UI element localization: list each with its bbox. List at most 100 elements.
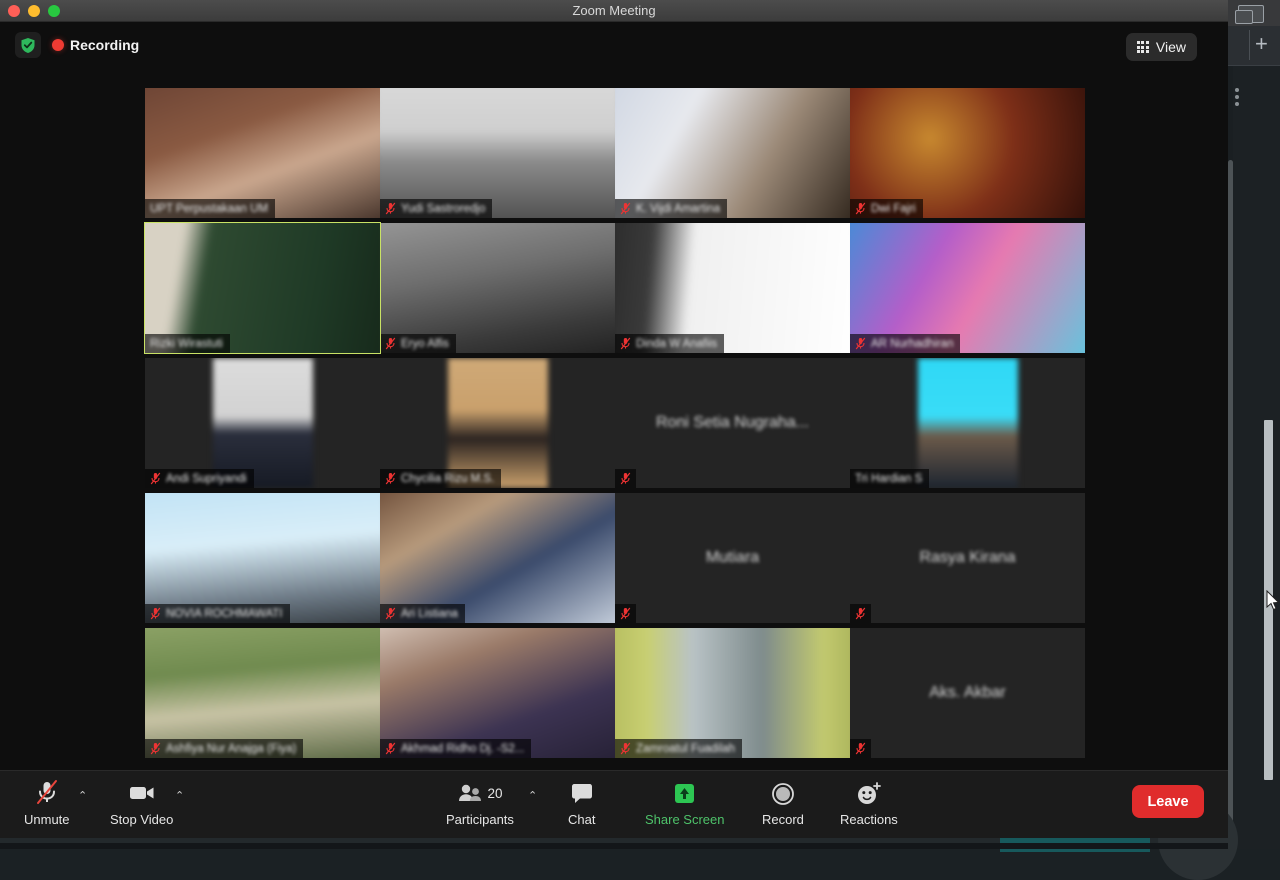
reactions-button[interactable]: Reactions (840, 779, 898, 827)
participant-name-bar: Rizki Wirastuti (145, 334, 230, 353)
participant-name-bar: K. Vijdi Amartina (615, 199, 727, 218)
participant-name-bar: Akhmad Ridho Dj. -S2... (380, 739, 531, 758)
participant-name: UPT Perpustakaan UM (150, 203, 268, 215)
participants-options-caret[interactable]: ⌃ (528, 789, 537, 802)
participant-tile[interactable]: Akhmad Ridho Dj. -S2... (380, 628, 615, 758)
participant-name-bar: Ari Listiana (380, 604, 465, 623)
background-browser-toolbar (1228, 26, 1280, 66)
share-screen-button-label: Share Screen (645, 812, 725, 827)
participant-name: Chycilia Rizu M.S. (401, 473, 494, 485)
video-camera-icon (126, 779, 158, 807)
record-button[interactable]: Record (762, 779, 804, 827)
participant-tile[interactable]: UPT Perpustakaan UM (145, 88, 380, 218)
mute-button[interactable]: Unmute (24, 779, 70, 827)
participant-tile[interactable]: Rasya Kirana (850, 493, 1085, 623)
mic-muted-icon (850, 604, 871, 623)
participant-tile[interactable]: Andi Supriyandi (145, 358, 380, 488)
background-bottom-strip (0, 843, 1228, 849)
mic-muted-icon (34, 779, 60, 807)
participant-tile[interactable]: Yudi Sastroredjo (380, 88, 615, 218)
grid-icon (1137, 41, 1149, 53)
chat-button[interactable]: Chat (568, 779, 595, 827)
reactions-smiley-icon (855, 779, 883, 807)
meeting-controls-toolbar: Unmute ⌃ Stop Video ⌃ 20 (0, 770, 1228, 838)
more-vertical-icon[interactable] (1235, 88, 1239, 106)
chat-bubble-icon (569, 779, 595, 807)
participant-name-bar: Andi Supriyandi (145, 469, 254, 488)
participant-tile[interactable]: Mutiara (615, 493, 850, 623)
background-scrollbar-thumb[interactable] (1228, 160, 1233, 840)
participant-tile[interactable]: Dinda W Anafiis (615, 223, 850, 353)
mouse-cursor (1266, 590, 1280, 612)
leave-button[interactable]: Leave (1132, 785, 1204, 818)
participant-name: AR Nurhadhiran (871, 338, 953, 350)
participant-name-bar: AR Nurhadhiran (850, 334, 960, 353)
participant-tile[interactable]: Ashfiya Nur Anajga (Fiya) (145, 628, 380, 758)
share-screen-icon (671, 779, 698, 807)
participant-name-bar: Yudi Sastroredjo (380, 199, 492, 218)
mic-muted-icon (615, 469, 636, 488)
participant-tile[interactable]: Ari Listiana (380, 493, 615, 623)
audio-options-caret[interactable]: ⌃ (78, 789, 87, 802)
participant-name: Ari Listiana (401, 608, 458, 620)
participants-icon: 20 (457, 779, 502, 807)
mute-button-label: Unmute (24, 812, 70, 827)
participant-name: Zamroatul Fuadilah (636, 743, 735, 755)
participant-name-bar: Eryo Alfis (380, 334, 456, 353)
recording-indicator-dot (52, 39, 64, 51)
participant-photo (918, 358, 1018, 488)
window-title: Zoom Meeting (0, 3, 1228, 18)
participant-tile[interactable]: AR Nurhadhiran (850, 223, 1085, 353)
participant-name: Akhmad Ridho Dj. -S2... (401, 743, 524, 755)
participant-tile[interactable]: Rizki Wirastuti (145, 223, 380, 353)
recording-label: Recording (70, 37, 139, 53)
participant-name-bar: Dwi Fajri (850, 199, 923, 218)
record-button-label: Record (762, 812, 804, 827)
participants-button[interactable]: 20 Participants (446, 779, 514, 827)
stop-video-button-label: Stop Video (110, 812, 173, 827)
participant-name: Dinda W Anafiis (636, 338, 717, 350)
participants-count: 20 (487, 786, 502, 801)
participant-tile[interactable]: NOVIA ROCHMAWATI (145, 493, 380, 623)
mic-muted-icon (850, 739, 871, 758)
share-screen-button[interactable]: Share Screen (645, 779, 725, 827)
video-options-caret[interactable]: ⌃ (175, 789, 184, 802)
participant-name-bar: Chycilia Rizu M.S. (380, 469, 501, 488)
participant-name-bar: Zamroatul Fuadilah (615, 739, 742, 758)
participant-name-bar: Dinda W Anafiis (615, 334, 724, 353)
participant-name-center: Mutiara (615, 549, 850, 567)
participant-tile[interactable]: Aks. Akbar (850, 628, 1085, 758)
participant-tile[interactable]: Tri Hardian S (850, 358, 1085, 488)
reactions-button-label: Reactions (840, 812, 898, 827)
participant-name-bar: Ashfiya Nur Anajga (Fiya) (145, 739, 303, 758)
view-button-label: View (1156, 39, 1186, 55)
participant-tile[interactable]: Zamroatul Fuadilah (615, 628, 850, 758)
participant-tile[interactable]: Roni Setia Nugraha... (615, 358, 850, 488)
view-button[interactable]: View (1126, 33, 1197, 61)
mic-muted-icon (615, 604, 636, 623)
participant-tile[interactable]: Dwi Fajri (850, 88, 1085, 218)
zoom-meeting-window: Zoom Meeting Recording View UPT Perpusta… (0, 0, 1228, 838)
participant-name: Tri Hardian S (855, 473, 922, 485)
participant-tile[interactable]: K. Vijdi Amartina (615, 88, 850, 218)
participant-name-bar: NOVIA ROCHMAWATI (145, 604, 290, 623)
participant-tile[interactable]: Chycilia Rizu M.S. (380, 358, 615, 488)
participant-name: Eryo Alfis (401, 338, 449, 350)
toolbar-divider (1249, 30, 1250, 60)
participant-name-center: Roni Setia Nugraha... (615, 414, 850, 432)
participant-gallery: UPT Perpustakaan UM Yudi Sastroredjo K. Vi… (0, 78, 1228, 768)
shield-check-icon[interactable] (15, 32, 41, 58)
participant-name: Ashfiya Nur Anajga (Fiya) (166, 743, 296, 755)
participant-tile[interactable]: Eryo Alfis (380, 223, 615, 353)
participant-name: Yudi Sastroredjo (401, 203, 485, 215)
tab-switcher-icon[interactable] (1238, 5, 1264, 23)
participant-name-bar: UPT Perpustakaan UM (145, 199, 275, 218)
participant-name-bar: Tri Hardian S (850, 469, 929, 488)
new-tab-icon[interactable]: + (1255, 33, 1268, 55)
stop-video-button[interactable]: Stop Video (110, 779, 173, 827)
window-title-bar: Zoom Meeting (0, 0, 1228, 22)
participant-name-center: Rasya Kirana (850, 549, 1085, 567)
participant-name: Rizki Wirastuti (150, 338, 223, 350)
record-circle-icon (770, 779, 796, 807)
participant-name: NOVIA ROCHMAWATI (166, 608, 283, 620)
